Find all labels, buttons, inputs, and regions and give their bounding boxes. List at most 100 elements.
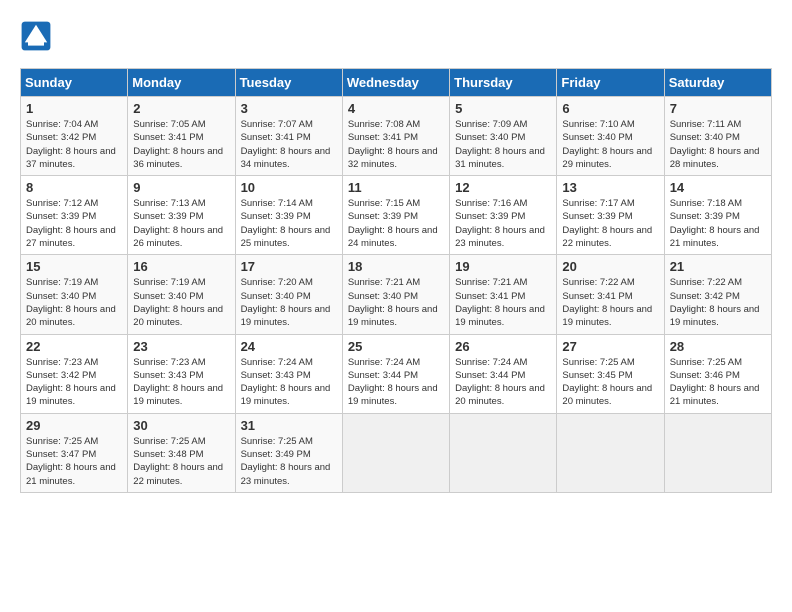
day-number: 26 bbox=[455, 339, 551, 354]
day-number: 6 bbox=[562, 101, 658, 116]
day-number: 20 bbox=[562, 259, 658, 274]
day-number: 30 bbox=[133, 418, 229, 433]
day-info: Sunrise: 7:23 AM Sunset: 3:42 PM Dayligh… bbox=[26, 356, 122, 409]
calendar-cell: 27 Sunrise: 7:25 AM Sunset: 3:45 PM Dayli… bbox=[557, 334, 664, 413]
calendar-cell: 4 Sunrise: 7:08 AM Sunset: 3:41 PM Daylig… bbox=[342, 97, 449, 176]
calendar-cell: 21 Sunrise: 7:22 AM Sunset: 3:42 PM Dayli… bbox=[664, 255, 771, 334]
calendar-cell: 17 Sunrise: 7:20 AM Sunset: 3:40 PM Dayli… bbox=[235, 255, 342, 334]
day-number: 12 bbox=[455, 180, 551, 195]
calendar-cell: 6 Sunrise: 7:10 AM Sunset: 3:40 PM Daylig… bbox=[557, 97, 664, 176]
day-info: Sunrise: 7:17 AM Sunset: 3:39 PM Dayligh… bbox=[562, 197, 658, 250]
calendar-cell: 14Sunrise: 7:18 AM Sunset: 3:39 PM Dayli… bbox=[664, 176, 771, 255]
calendar-cell: 26 Sunrise: 7:24 AM Sunset: 3:44 PM Dayli… bbox=[450, 334, 557, 413]
calendar-cell: 31 Sunrise: 7:25 AM Sunset: 3:49 PM Dayli… bbox=[235, 413, 342, 492]
calendar-cell bbox=[342, 413, 449, 492]
day-info: Sunrise: 7:21 AM Sunset: 3:40 PM Dayligh… bbox=[348, 276, 444, 329]
header-day-wednesday: Wednesday bbox=[342, 69, 449, 97]
day-number: 25 bbox=[348, 339, 444, 354]
calendar-cell: 13 Sunrise: 7:17 AM Sunset: 3:39 PM Dayli… bbox=[557, 176, 664, 255]
day-number: 15 bbox=[26, 259, 122, 274]
calendar-cell: 22 Sunrise: 7:23 AM Sunset: 3:42 PM Dayli… bbox=[21, 334, 128, 413]
day-number: 17 bbox=[241, 259, 337, 274]
logo bbox=[20, 20, 56, 52]
header-day-tuesday: Tuesday bbox=[235, 69, 342, 97]
day-info: Sunrise: 7:24 AM Sunset: 3:44 PM Dayligh… bbox=[455, 356, 551, 409]
calendar-cell: 5 Sunrise: 7:09 AM Sunset: 3:40 PM Daylig… bbox=[450, 97, 557, 176]
day-info: Sunrise: 7:22 AM Sunset: 3:41 PM Dayligh… bbox=[562, 276, 658, 329]
calendar-cell bbox=[664, 413, 771, 492]
calendar-cell: 3 Sunrise: 7:07 AM Sunset: 3:41 PM Daylig… bbox=[235, 97, 342, 176]
header-day-thursday: Thursday bbox=[450, 69, 557, 97]
day-info: Sunrise: 7:13 AM Sunset: 3:39 PM Dayligh… bbox=[133, 197, 229, 250]
day-info: Sunrise: 7:05 AM Sunset: 3:41 PM Dayligh… bbox=[133, 118, 229, 171]
calendar-cell: 15 Sunrise: 7:19 AM Sunset: 3:40 PM Dayli… bbox=[21, 255, 128, 334]
calendar-cell: 25Sunrise: 7:24 AM Sunset: 3:44 PM Dayli… bbox=[342, 334, 449, 413]
calendar-cell: 8 Sunrise: 7:12 AM Sunset: 3:39 PM Daylig… bbox=[21, 176, 128, 255]
day-info: Sunrise: 7:18 AM Sunset: 3:39 PM Dayligh… bbox=[670, 197, 766, 250]
day-number: 1 bbox=[26, 101, 122, 116]
header-day-sunday: Sunday bbox=[21, 69, 128, 97]
day-number: 13 bbox=[562, 180, 658, 195]
day-info: Sunrise: 7:25 AM Sunset: 3:48 PM Dayligh… bbox=[133, 435, 229, 488]
day-number: 23 bbox=[133, 339, 229, 354]
day-info: Sunrise: 7:16 AM Sunset: 3:39 PM Dayligh… bbox=[455, 197, 551, 250]
day-number: 28 bbox=[670, 339, 766, 354]
header-day-friday: Friday bbox=[557, 69, 664, 97]
calendar-cell: 1 Sunrise: 7:04 AM Sunset: 3:42 PM Daylig… bbox=[21, 97, 128, 176]
calendar-cell bbox=[450, 413, 557, 492]
calendar-header: SundayMondayTuesdayWednesdayThursdayFrid… bbox=[21, 69, 772, 97]
day-number: 16 bbox=[133, 259, 229, 274]
day-number: 19 bbox=[455, 259, 551, 274]
calendar-cell: 23Sunrise: 7:23 AM Sunset: 3:43 PM Dayli… bbox=[128, 334, 235, 413]
day-number: 21 bbox=[670, 259, 766, 274]
calendar-week-5: 29 Sunrise: 7:25 AM Sunset: 3:47 PM Dayli… bbox=[21, 413, 772, 492]
calendar-cell: 9 Sunrise: 7:13 AM Sunset: 3:39 PM Daylig… bbox=[128, 176, 235, 255]
day-number: 22 bbox=[26, 339, 122, 354]
day-info: Sunrise: 7:19 AM Sunset: 3:40 PM Dayligh… bbox=[133, 276, 229, 329]
day-info: Sunrise: 7:15 AM Sunset: 3:39 PM Dayligh… bbox=[348, 197, 444, 250]
day-number: 27 bbox=[562, 339, 658, 354]
day-info: Sunrise: 7:22 AM Sunset: 3:42 PM Dayligh… bbox=[670, 276, 766, 329]
day-info: Sunrise: 7:11 AM Sunset: 3:40 PM Dayligh… bbox=[670, 118, 766, 171]
header-day-monday: Monday bbox=[128, 69, 235, 97]
day-number: 11 bbox=[348, 180, 444, 195]
day-info: Sunrise: 7:25 AM Sunset: 3:47 PM Dayligh… bbox=[26, 435, 122, 488]
day-info: Sunrise: 7:21 AM Sunset: 3:41 PM Dayligh… bbox=[455, 276, 551, 329]
day-info: Sunrise: 7:09 AM Sunset: 3:40 PM Dayligh… bbox=[455, 118, 551, 171]
calendar-cell: 12 Sunrise: 7:16 AM Sunset: 3:39 PM Dayli… bbox=[450, 176, 557, 255]
day-number: 29 bbox=[26, 418, 122, 433]
day-info: Sunrise: 7:25 AM Sunset: 3:49 PM Dayligh… bbox=[241, 435, 337, 488]
calendar-table: SundayMondayTuesdayWednesdayThursdayFrid… bbox=[20, 68, 772, 493]
page-header bbox=[20, 20, 772, 52]
day-info: Sunrise: 7:20 AM Sunset: 3:40 PM Dayligh… bbox=[241, 276, 337, 329]
calendar-cell: 28Sunrise: 7:25 AM Sunset: 3:46 PM Dayli… bbox=[664, 334, 771, 413]
day-info: Sunrise: 7:04 AM Sunset: 3:42 PM Dayligh… bbox=[26, 118, 122, 171]
day-info: Sunrise: 7:14 AM Sunset: 3:39 PM Dayligh… bbox=[241, 197, 337, 250]
day-info: Sunrise: 7:19 AM Sunset: 3:40 PM Dayligh… bbox=[26, 276, 122, 329]
day-number: 7 bbox=[670, 101, 766, 116]
calendar-cell: 30 Sunrise: 7:25 AM Sunset: 3:48 PM Dayli… bbox=[128, 413, 235, 492]
day-number: 18 bbox=[348, 259, 444, 274]
day-info: Sunrise: 7:10 AM Sunset: 3:40 PM Dayligh… bbox=[562, 118, 658, 171]
day-number: 5 bbox=[455, 101, 551, 116]
day-number: 9 bbox=[133, 180, 229, 195]
day-info: Sunrise: 7:24 AM Sunset: 3:43 PM Dayligh… bbox=[241, 356, 337, 409]
day-number: 2 bbox=[133, 101, 229, 116]
day-info: Sunrise: 7:25 AM Sunset: 3:45 PM Dayligh… bbox=[562, 356, 658, 409]
calendar-cell: 16 Sunrise: 7:19 AM Sunset: 3:40 PM Dayli… bbox=[128, 255, 235, 334]
day-info: Sunrise: 7:07 AM Sunset: 3:41 PM Dayligh… bbox=[241, 118, 337, 171]
day-number: 31 bbox=[241, 418, 337, 433]
calendar-body: 1 Sunrise: 7:04 AM Sunset: 3:42 PM Daylig… bbox=[21, 97, 772, 493]
day-info: Sunrise: 7:08 AM Sunset: 3:41 PM Dayligh… bbox=[348, 118, 444, 171]
day-number: 8 bbox=[26, 180, 122, 195]
day-info: Sunrise: 7:12 AM Sunset: 3:39 PM Dayligh… bbox=[26, 197, 122, 250]
calendar-cell: 2 Sunrise: 7:05 AM Sunset: 3:41 PM Daylig… bbox=[128, 97, 235, 176]
day-number: 4 bbox=[348, 101, 444, 116]
header-day-saturday: Saturday bbox=[664, 69, 771, 97]
calendar-week-4: 22 Sunrise: 7:23 AM Sunset: 3:42 PM Dayli… bbox=[21, 334, 772, 413]
calendar-cell: 20 Sunrise: 7:22 AM Sunset: 3:41 PM Dayli… bbox=[557, 255, 664, 334]
calendar-cell: 7 Sunrise: 7:11 AM Sunset: 3:40 PM Daylig… bbox=[664, 97, 771, 176]
calendar-cell: 19 Sunrise: 7:21 AM Sunset: 3:41 PM Dayli… bbox=[450, 255, 557, 334]
day-number: 3 bbox=[241, 101, 337, 116]
calendar-cell: 29 Sunrise: 7:25 AM Sunset: 3:47 PM Dayli… bbox=[21, 413, 128, 492]
